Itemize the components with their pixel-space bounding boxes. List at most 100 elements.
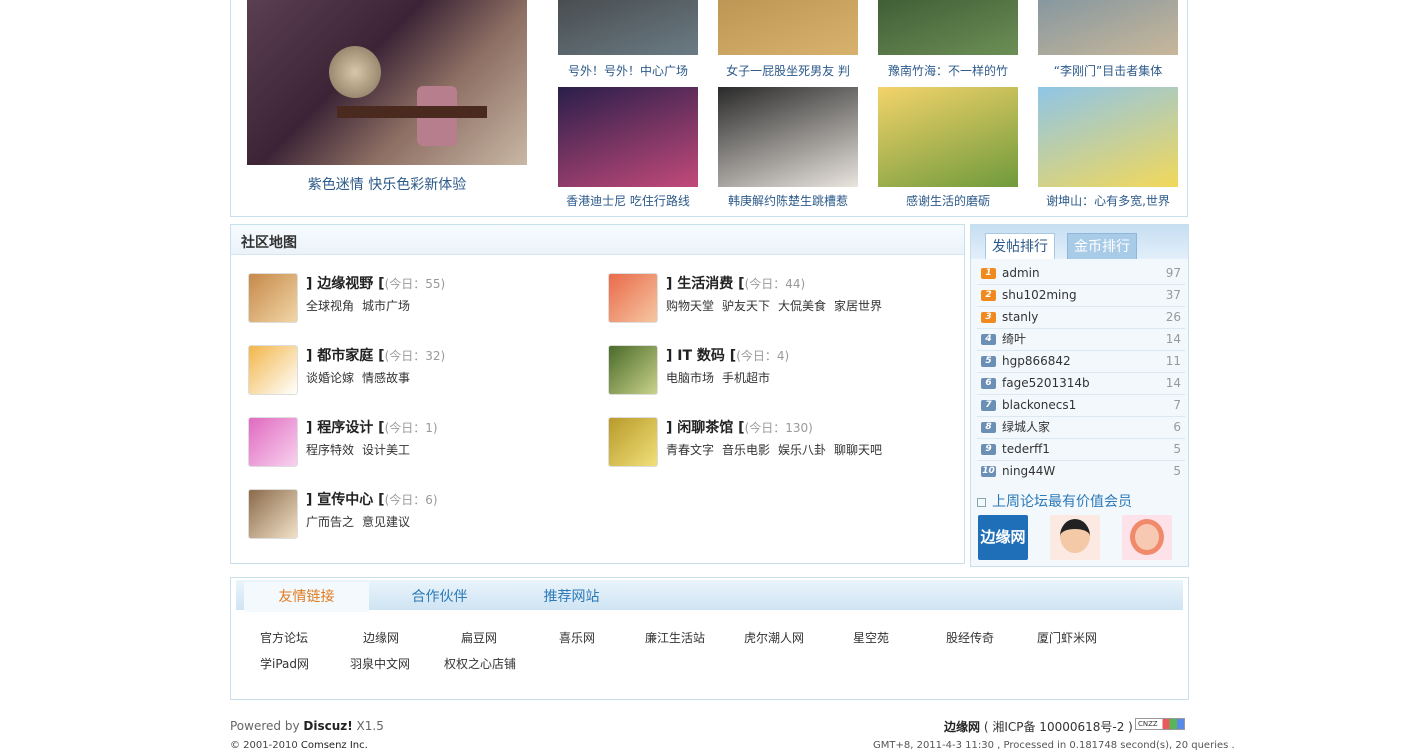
photo-thumbnail[interactable] [558,87,698,187]
forum-title: ] 都市家庭 [(今日：32) [306,345,445,365]
forum-today-count: (今日：130) [744,421,813,435]
forum-title: ] 生活消费 [(今日：44) [666,273,805,293]
photo-thumbnail[interactable] [718,0,858,55]
ranking-username-link[interactable]: 绿城人家 [1002,420,1050,434]
subforum-link[interactable]: 广而告之 [306,515,354,529]
subforum-link[interactable]: 音乐电影 [722,443,770,457]
forum-name-link[interactable]: 生活消费 [677,276,733,292]
ranking-row: 4 绮叶 14 [981,328,1181,350]
friend-link[interactable]: 扁豆网 [461,629,497,646]
forum-name-link[interactable]: 闲聊茶馆 [677,420,733,436]
forum-icon[interactable] [248,345,298,395]
photo-caption[interactable]: 女子一屁股坐死男友 判 [708,62,868,79]
friend-link[interactable]: 边缘网 [363,629,399,646]
subforum-link[interactable]: 城市广场 [362,299,410,313]
tab-partners[interactable]: 合作伙伴 [377,582,502,612]
subforum-link[interactable]: 聊聊天吧 [834,443,882,457]
subforum-link[interactable]: 全球视角 [306,299,354,313]
ranking-username-link[interactable]: ning44W [1002,464,1055,478]
icp-link[interactable]: ( 湘ICP备 10000618号-2 ) [984,720,1133,734]
photo-thumbnail[interactable] [1038,0,1178,55]
ranking-username-link[interactable]: fage5201314b [1002,376,1090,390]
photo-caption[interactable]: 豫南竹海：不一样的竹 [868,62,1028,79]
subforum-link[interactable]: 大侃美食 [778,299,826,313]
ranking-username-link[interactable]: admin [1002,266,1040,280]
ranking-username-link[interactable]: shu102ming [1002,288,1077,302]
friend-link[interactable]: 星空苑 [853,629,889,646]
friend-link[interactable]: 股经传奇 [946,629,994,646]
forum-name-link[interactable]: IT 数码 [677,348,725,364]
forum-name-link[interactable]: 宣传中心 [317,492,373,508]
forum-name-link[interactable]: 程序设计 [317,420,373,436]
forum-icon[interactable] [248,417,298,467]
bracket: ] [666,276,673,292]
subforum-link[interactable]: 电脑市场 [666,371,714,385]
weekly-member-avatar-2[interactable] [1050,515,1100,560]
featured-photo[interactable] [247,0,527,165]
photo-thumbnail[interactable] [718,87,858,187]
subforum-list: 购物天堂 驴友天下 大侃美食 家居世界 [666,297,890,314]
friend-link[interactable]: 廉江生活站 [645,629,705,646]
weekly-top-members-title: 上周论坛最有价值会员 [977,491,1132,511]
photo-caption[interactable]: 香港迪士尼 吃住行路线 [548,192,708,209]
forum-name-link[interactable]: 边缘视野 [317,276,373,292]
ranking-username-link[interactable]: stanly [1002,310,1038,324]
discuz-link[interactable]: Discuz! [303,719,352,733]
today-prefix: 今日： [740,349,777,363]
photo-caption[interactable]: 感谢生活的磨砺 [868,192,1028,209]
bracket: ) [808,421,813,435]
bracket: ] [306,420,313,436]
friend-link[interactable]: 虎尔潮人网 [744,629,804,646]
tab-recommended-sites[interactable]: 推荐网站 [509,582,634,612]
subforum-link[interactable]: 青春文字 [666,443,714,457]
friend-link[interactable]: 官方论坛 [260,629,308,646]
ranking-count: 14 [1165,332,1181,346]
photo-caption[interactable]: “李刚门”目击者集体 [1028,62,1188,79]
tab-coin-ranking[interactable]: 金币排行 [1067,233,1137,259]
site-name-link[interactable]: 边缘网 [944,720,980,734]
friend-link[interactable]: 学iPad网 [260,655,309,672]
subforum-link[interactable]: 情感故事 [362,371,410,385]
forum-today-count: (今日：44) [744,277,806,291]
photo-thumbnail[interactable] [558,0,698,55]
ranking-username-link[interactable]: hgp866842 [1002,354,1071,368]
friend-link[interactable]: 权权之心店铺 [444,655,516,672]
subforum-link[interactable]: 程序特效 [306,443,354,457]
subforum-link[interactable]: 驴友天下 [722,299,770,313]
weekly-member-avatar-1[interactable]: 边缘网 [978,515,1028,560]
photo-caption[interactable]: 谢坤山：心有多宽,世界 [1028,192,1188,209]
photo-thumbnail[interactable] [1038,87,1178,187]
forum-icon[interactable] [608,345,658,395]
forum-name-link[interactable]: 都市家庭 [317,348,373,364]
subforum-link[interactable]: 娱乐八卦 [778,443,826,457]
photo-caption[interactable]: 韩庚解约陈楚生跳槽惹 [708,192,868,209]
ranking-username-link[interactable]: tederff1 [1002,442,1050,456]
tab-friend-links[interactable]: 友情链接 [244,582,369,612]
friend-link[interactable]: 厦门虾米网 [1037,629,1097,646]
subforum-link[interactable]: 意见建议 [362,515,410,529]
rank-badge: 4 [981,334,996,345]
tab-post-ranking[interactable]: 发帖排行 [985,233,1055,259]
subforum-link[interactable]: 手机超市 [722,371,770,385]
cnzz-stats-icon[interactable]: CNZZ [1135,718,1185,730]
photo-thumbnail[interactable] [878,87,1018,187]
forum-today-count: (今日：32) [384,349,446,363]
forum-icon[interactable] [608,273,658,323]
comsenz-link[interactable]: Comsenz Inc. [301,740,368,751]
friend-link[interactable]: 喜乐网 [559,629,595,646]
today-prefix: 今日： [389,277,426,291]
photo-thumbnail[interactable] [878,0,1018,55]
friend-link[interactable]: 羽泉中文网 [350,655,410,672]
photo-caption[interactable]: 号外！号外！中心广场 [548,62,708,79]
forum-icon[interactable] [608,417,658,467]
weekly-member-avatar-3[interactable] [1122,515,1172,560]
featured-photo-caption[interactable]: 紫色迷情 快乐色彩新体验 [247,174,527,194]
subforum-link[interactable]: 购物天堂 [666,299,714,313]
ranking-username-link[interactable]: 绮叶 [1002,332,1026,346]
forum-icon[interactable] [248,489,298,539]
subforum-link[interactable]: 设计美工 [362,443,410,457]
subforum-link[interactable]: 谈婚论嫁 [306,371,354,385]
forum-icon[interactable] [248,273,298,323]
ranking-username-link[interactable]: blackonecs1 [1002,398,1076,412]
subforum-link[interactable]: 家居世界 [834,299,882,313]
